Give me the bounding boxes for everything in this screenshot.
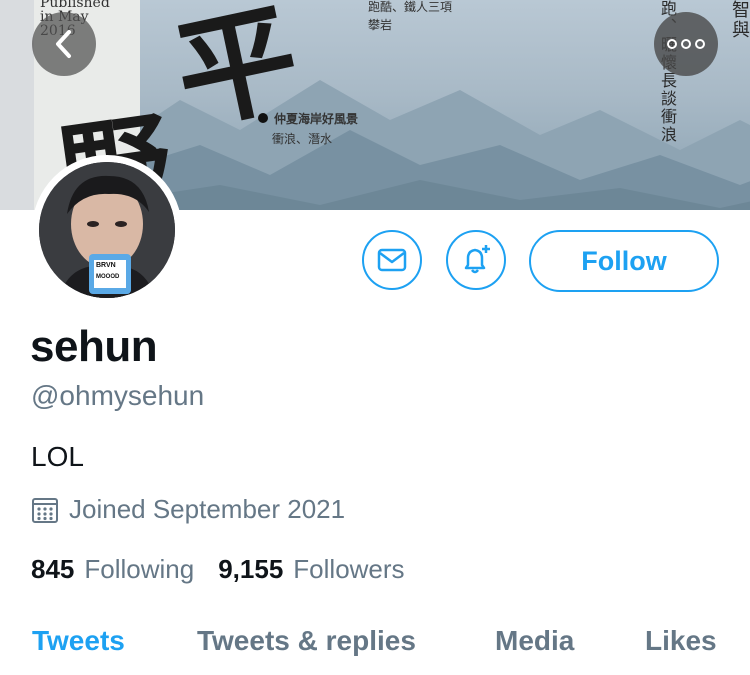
- avatar-photo: BRVN MOOOD: [39, 162, 175, 298]
- following-count: 845: [31, 554, 75, 584]
- notifications-button[interactable]: [446, 230, 506, 290]
- banner-caption-mid2: 衝浪、潛水: [272, 132, 333, 146]
- avatar-card-text-1: BRVN: [96, 262, 116, 269]
- tab-tweets[interactable]: Tweets: [32, 625, 125, 657]
- followers-count: 9,155: [218, 554, 284, 584]
- profile-avatar[interactable]: BRVN MOOOD: [32, 155, 182, 305]
- tab-likes[interactable]: Likes: [645, 625, 717, 657]
- follow-button[interactable]: Follow: [529, 230, 719, 292]
- follow-stats: 845 Following 9,155 Followers: [31, 554, 429, 585]
- banner-vertical-text-2: 戶外運動野放自己的心智與: [729, 0, 750, 40]
- profile-name: sehun: [30, 322, 158, 371]
- message-button[interactable]: [362, 230, 422, 290]
- banner-caption-top2: 攀岩: [368, 18, 393, 32]
- followers-stat[interactable]: 9,155 Followers: [218, 554, 404, 585]
- avatar-card-text-2: MOOOD: [96, 274, 120, 280]
- joined-text: Joined September 2021: [69, 494, 346, 524]
- calendar-icon: [32, 497, 58, 523]
- joined-date: Joined September 2021: [31, 494, 345, 525]
- chevron-left-icon: [56, 30, 71, 58]
- back-button[interactable]: [32, 12, 96, 76]
- bell-plus-icon: [464, 245, 490, 274]
- more-horizontal-icon: [667, 39, 705, 49]
- profile-handle: @ohmysehun: [31, 380, 205, 411]
- tab-media[interactable]: Media: [495, 625, 574, 657]
- following-label: Following: [84, 554, 195, 584]
- mail-icon: [377, 248, 407, 272]
- banner-caption-mid: 仲夏海岸好風景: [258, 110, 358, 127]
- banner-paper-edge: [0, 0, 34, 210]
- more-options-button[interactable]: [654, 12, 718, 76]
- bullet-dot: [258, 113, 268, 123]
- banner-caption-top: 跑酷、鐵人三項: [368, 0, 453, 14]
- tab-tweets-replies[interactable]: Tweets & replies: [197, 625, 416, 657]
- following-stat[interactable]: 845 Following: [31, 554, 194, 585]
- profile-bio: LOL: [31, 441, 84, 472]
- followers-label: Followers: [293, 554, 405, 584]
